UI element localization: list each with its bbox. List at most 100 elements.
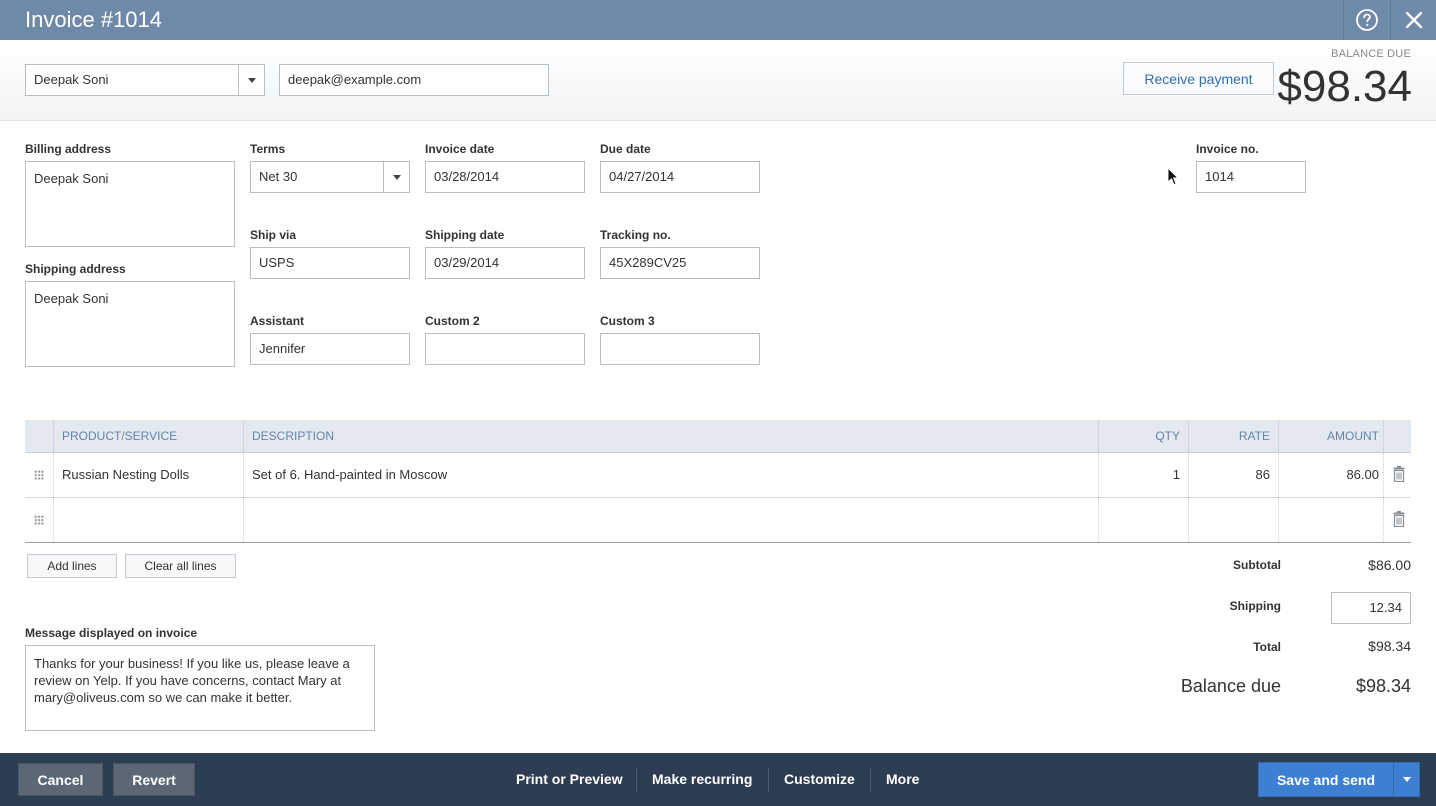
- balance-due-footer-value: $98.34: [1355, 676, 1411, 696]
- revert-button[interactable]: Revert: [113, 763, 195, 796]
- toolbar-separator: [768, 768, 769, 792]
- row-amount[interactable]: 86.00: [1279, 453, 1379, 497]
- due-date-field[interactable]: 04/27/2014: [600, 161, 760, 193]
- ship-via-value: USPS: [259, 255, 295, 270]
- assistant-value: Jennifer: [259, 341, 306, 356]
- column-header-rate: RATE: [1238, 429, 1270, 443]
- shipping-field[interactable]: 12.34: [1331, 592, 1411, 624]
- shipping-address-field[interactable]: Deepak Soni: [25, 281, 235, 367]
- column-divider: [1383, 453, 1384, 497]
- assistant-label: Assistant: [250, 314, 305, 328]
- chevron-down-icon[interactable]: [383, 162, 409, 192]
- chevron-down-icon[interactable]: [238, 65, 264, 95]
- table-row[interactable]: Russian Nesting Dolls Set of 6. Hand-pai…: [25, 453, 1411, 498]
- shipping-address-label: Shipping address: [25, 262, 126, 276]
- ship-via-field[interactable]: USPS: [250, 247, 410, 279]
- email-value: deepak@example.com: [288, 72, 422, 87]
- save-and-send-button[interactable]: Save and send: [1259, 763, 1393, 796]
- title-bar: Invoice #1014: [0, 0, 1436, 40]
- shipping-value: 12.34: [1369, 600, 1402, 615]
- custom-3-label: Custom 3: [600, 314, 655, 328]
- help-button[interactable]: [1343, 0, 1389, 40]
- balance-due-amount: $98.34: [1277, 62, 1412, 111]
- clear-all-lines-button[interactable]: Clear all lines: [125, 554, 236, 578]
- help-icon: [1355, 9, 1378, 31]
- table-row[interactable]: [25, 498, 1411, 543]
- make-recurring-button[interactable]: Make recurring: [652, 763, 752, 796]
- column-header-product: PRODUCT/SERVICE: [62, 429, 178, 443]
- print-preview-button[interactable]: Print or Preview: [516, 763, 623, 796]
- billing-address-field[interactable]: Deepak Soni: [25, 161, 235, 247]
- column-divider: [1383, 498, 1384, 542]
- assistant-field[interactable]: Jennifer: [250, 333, 410, 365]
- subtotal-value: $86.00: [1368, 557, 1411, 573]
- add-lines-button[interactable]: Add lines: [27, 554, 117, 578]
- invoice-date-label: Invoice date: [425, 142, 495, 156]
- save-and-send-button-group: Save and send: [1258, 762, 1420, 797]
- column-header-amount: AMOUNT: [1327, 429, 1379, 443]
- row-rate[interactable]: [1189, 498, 1270, 542]
- row-qty[interactable]: [1099, 498, 1180, 542]
- custom-3-field[interactable]: [600, 333, 760, 365]
- invoice-no-field[interactable]: 1014: [1196, 161, 1306, 193]
- column-divider: [243, 420, 244, 453]
- due-date-label: Due date: [600, 142, 651, 156]
- tracking-no-value: 45X289CV25: [609, 255, 687, 270]
- row-description[interactable]: Set of 6. Hand-painted in Moscow: [252, 453, 447, 497]
- column-divider: [1383, 420, 1384, 453]
- column-divider: [243, 498, 244, 542]
- cancel-button[interactable]: Cancel: [18, 763, 103, 796]
- terms-value: Net 30: [259, 169, 298, 184]
- customer-name: Deepak Soni: [34, 72, 109, 87]
- drag-handle-icon[interactable]: [34, 515, 44, 525]
- window-title: Invoice #1014: [25, 7, 162, 32]
- invoice-date-field[interactable]: 03/28/2014: [425, 161, 585, 193]
- terms-label: Terms: [250, 142, 286, 156]
- custom-2-field[interactable]: [425, 333, 585, 365]
- column-divider: [53, 498, 54, 542]
- terms-select[interactable]: Net 30: [250, 161, 410, 193]
- balance-due-footer-label: Balance due: [1180, 676, 1281, 696]
- billing-address-label: Billing address: [25, 142, 112, 156]
- toolbar-separator: [870, 768, 871, 792]
- total-label: Total: [1253, 640, 1281, 654]
- tracking-no-label: Tracking no.: [600, 228, 671, 242]
- invoice-no-label: Invoice no.: [1196, 142, 1259, 156]
- close-button[interactable]: [1390, 0, 1436, 40]
- footer-toolbar: Cancel Revert Print or Preview Make recu…: [0, 753, 1436, 806]
- receive-payment-button[interactable]: Receive payment: [1123, 62, 1274, 95]
- close-icon: [1405, 11, 1422, 29]
- email-field[interactable]: deepak@example.com: [279, 64, 549, 96]
- drag-handle-icon[interactable]: [34, 470, 44, 480]
- custom-2-label: Custom 2: [425, 314, 480, 328]
- invoice-no-value: 1014: [1205, 169, 1234, 184]
- row-amount[interactable]: [1279, 498, 1379, 542]
- shipping-date-field[interactable]: 03/29/2014: [425, 247, 585, 279]
- balance-due-label: BALANCE DUE: [1331, 48, 1411, 60]
- message-field[interactable]: Thanks for your business! If you like us…: [25, 645, 375, 731]
- chevron-down-icon[interactable]: [1393, 763, 1420, 796]
- customer-select[interactable]: Deepak Soni: [25, 64, 265, 96]
- trash-icon[interactable]: [1393, 511, 1405, 527]
- billing-address-value: Deepak Soni: [34, 171, 109, 186]
- column-header-description: DESCRIPTION: [252, 429, 335, 443]
- due-date-value: 04/27/2014: [609, 169, 675, 184]
- more-button[interactable]: More: [886, 763, 919, 796]
- column-header-qty: QTY: [1155, 429, 1180, 443]
- trash-icon[interactable]: [1393, 466, 1405, 482]
- customize-button[interactable]: Customize: [784, 763, 855, 796]
- row-product[interactable]: Russian Nesting Dolls: [62, 453, 189, 497]
- tracking-no-field[interactable]: 45X289CV25: [600, 247, 760, 279]
- subtotal-label: Subtotal: [1233, 558, 1281, 572]
- column-divider: [53, 420, 54, 453]
- column-divider: [243, 453, 244, 497]
- row-rate[interactable]: 86: [1189, 453, 1270, 497]
- shipping-date-value: 03/29/2014: [434, 255, 500, 270]
- message-value: Thanks for your business! If you like us…: [34, 656, 350, 705]
- shipping-address-value: Deepak Soni: [34, 291, 109, 306]
- total-value: $98.34: [1368, 638, 1411, 654]
- ship-via-label: Ship via: [250, 228, 297, 242]
- row-qty[interactable]: 1: [1099, 453, 1180, 497]
- invoice-date-value: 03/28/2014: [434, 169, 500, 184]
- toolbar-separator: [636, 768, 637, 792]
